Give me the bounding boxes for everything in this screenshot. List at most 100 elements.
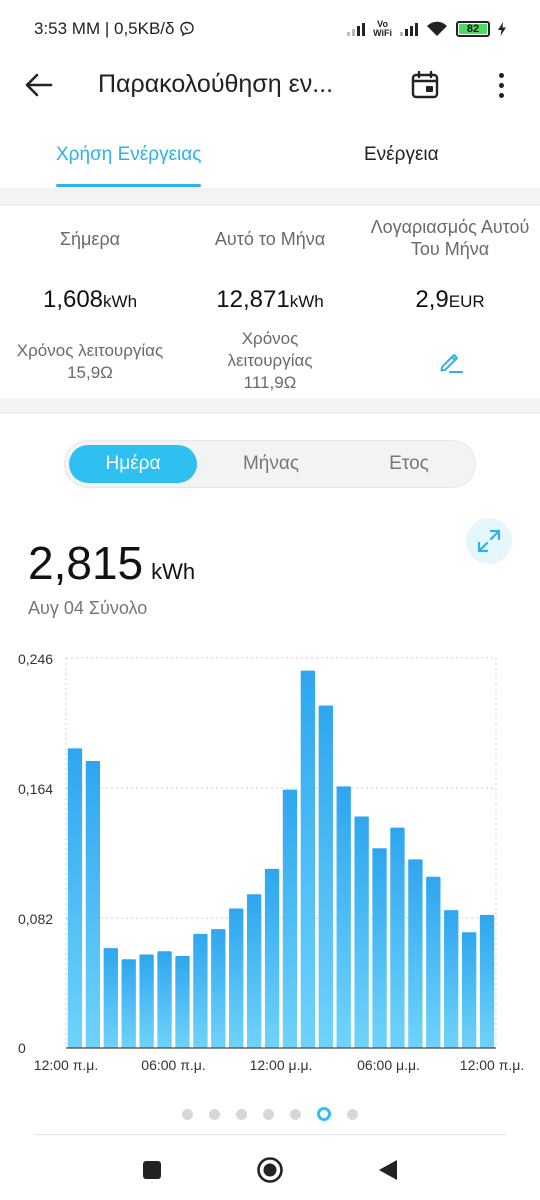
bar xyxy=(408,859,423,1048)
bar xyxy=(139,954,154,1048)
y-tick-label: 0,164 xyxy=(18,781,53,797)
status-bar: 3:53 MM | 0,5KB/δ Vo WiFi 82 xyxy=(0,0,540,58)
x-tick-label: 12:00 π.μ. xyxy=(460,1057,524,1073)
summary-month: Αυτό το Μήνα 12,871kWh Χρόνος λειτουργία… xyxy=(180,206,360,392)
tab-energy-usage[interactable]: Χρήση Ενέργειας xyxy=(56,144,202,187)
calendar-icon xyxy=(411,71,439,99)
bar xyxy=(282,789,298,1048)
circle-icon xyxy=(257,1157,283,1183)
tab-energy[interactable]: Ενέργεια xyxy=(364,144,439,166)
recents-button[interactable] xyxy=(134,1152,170,1188)
today-runtime: Χρόνος λειτουργίας 15,9Ω xyxy=(16,341,164,382)
nav-divider xyxy=(34,1134,506,1135)
bar xyxy=(372,848,387,1048)
square-icon xyxy=(143,1161,161,1179)
more-options-button[interactable] xyxy=(486,68,516,102)
tab-label: Χρήση Ενέργειας xyxy=(56,144,202,165)
bar xyxy=(67,748,83,1048)
bar xyxy=(211,929,226,1048)
x-tick-label: 06:00 π.μ. xyxy=(141,1057,205,1073)
app-header: Παρακολούθηση εν... xyxy=(0,58,540,112)
page-title: Παρακολούθηση εν... xyxy=(98,70,334,98)
y-tick-label: 0,246 xyxy=(18,651,53,667)
system-nav-bar xyxy=(0,1140,540,1200)
pager-dot[interactable] xyxy=(347,1108,358,1120)
tab-label: Ενέργεια xyxy=(364,144,439,165)
bar xyxy=(390,827,405,1048)
back-button[interactable] xyxy=(22,68,56,102)
dot-icon xyxy=(498,72,504,78)
bar xyxy=(264,868,280,1048)
hourly-usage-chart: 0 0,082 0,164 0,246 12:00 π.μ. 06:00 π.μ. 12:0… xyxy=(0,640,540,1080)
back-nav-button[interactable] xyxy=(370,1152,406,1188)
bar xyxy=(318,705,333,1048)
battery-level: 82 xyxy=(466,23,480,35)
bar xyxy=(336,786,351,1048)
bar xyxy=(354,816,369,1048)
period-day-option[interactable]: Ημέρα xyxy=(69,445,197,483)
today-label: Σήμερα xyxy=(59,229,121,249)
summary-today: Σήμερα 1,608kWh Χρόνος λειτουργίας 15,9Ω xyxy=(0,206,180,382)
status-time-network: 3:53 MM | 0,5KB/δ xyxy=(34,19,175,38)
status-left: 3:53 MM | 0,5KB/δ xyxy=(34,19,195,39)
arrow-left-icon xyxy=(25,73,53,97)
bar xyxy=(300,670,316,1048)
bar xyxy=(444,910,459,1048)
expand-icon xyxy=(477,529,501,553)
section-divider xyxy=(0,398,540,414)
bar xyxy=(157,951,172,1048)
period-year-option[interactable]: Ετος xyxy=(345,445,473,483)
calendar-button[interactable] xyxy=(408,68,442,102)
pager-dot[interactable] xyxy=(182,1108,193,1120)
bar xyxy=(246,894,262,1048)
summary-bill: Λογαριασμός Αυτού Του Μήνα 2,9EUR xyxy=(360,206,540,373)
charging-icon xyxy=(498,22,506,36)
bar xyxy=(175,956,190,1048)
period-month-option[interactable]: Μήνας xyxy=(207,445,335,483)
pencil-icon xyxy=(440,354,463,373)
expand-chart-button[interactable] xyxy=(466,518,512,564)
dot-icon xyxy=(498,82,504,88)
tab-active-indicator xyxy=(56,184,202,187)
triangle-back-icon xyxy=(379,1160,397,1180)
status-right: Vo WiFi 82 xyxy=(347,20,506,38)
x-tick-label: 12:00 μ.μ. xyxy=(250,1057,313,1073)
pager-dot-active[interactable] xyxy=(317,1107,331,1121)
total-usage: 2,815 kWh xyxy=(28,536,195,590)
pager-dot[interactable] xyxy=(236,1108,247,1120)
y-tick-label: 0 xyxy=(18,1040,26,1056)
bar xyxy=(426,876,441,1048)
y-tick-label: 0,082 xyxy=(18,911,53,927)
wifi-icon xyxy=(427,21,447,36)
tabs: Χρήση Ενέργειας Ενέργεια xyxy=(0,130,540,188)
bar xyxy=(121,959,136,1048)
dot-icon xyxy=(498,92,504,98)
bar xyxy=(193,933,208,1048)
month-runtime: Χρόνος λειτουργίας 111,9Ω xyxy=(227,329,313,392)
month-value: 12,871kWh xyxy=(216,286,324,313)
bar xyxy=(479,914,495,1048)
vowifi-icon: Vo WiFi xyxy=(373,19,392,38)
signal-icon-2 xyxy=(400,22,418,36)
month-label: Αυτό το Μήνα xyxy=(214,229,326,249)
pager-dot[interactable] xyxy=(209,1108,220,1120)
total-value: 2,815 xyxy=(28,537,144,589)
signal-icon xyxy=(347,22,366,36)
bar xyxy=(229,908,244,1048)
bar xyxy=(85,761,101,1048)
viber-icon xyxy=(179,21,194,37)
bar xyxy=(103,948,118,1048)
pager-dot[interactable] xyxy=(290,1108,301,1120)
section-divider xyxy=(0,188,540,206)
pager-dot[interactable] xyxy=(263,1108,274,1120)
bill-label: Λογαριασμός Αυτού Του Μήνα xyxy=(370,217,530,259)
home-button[interactable] xyxy=(252,1152,288,1188)
energy-summary: Σήμερα 1,608kWh Χρόνος λειτουργίας 15,9Ω… xyxy=(0,206,540,398)
total-caption: Αυγ 04 Σύνολο xyxy=(28,598,148,618)
x-tick-label: 12:00 π.μ. xyxy=(34,1057,98,1073)
total-unit: kWh xyxy=(151,559,196,584)
edit-bill-button[interactable] xyxy=(436,346,466,376)
today-value: 1,608kWh xyxy=(42,286,138,313)
bill-value: 2,9EUR xyxy=(415,286,485,313)
chart-pager xyxy=(0,1104,540,1124)
